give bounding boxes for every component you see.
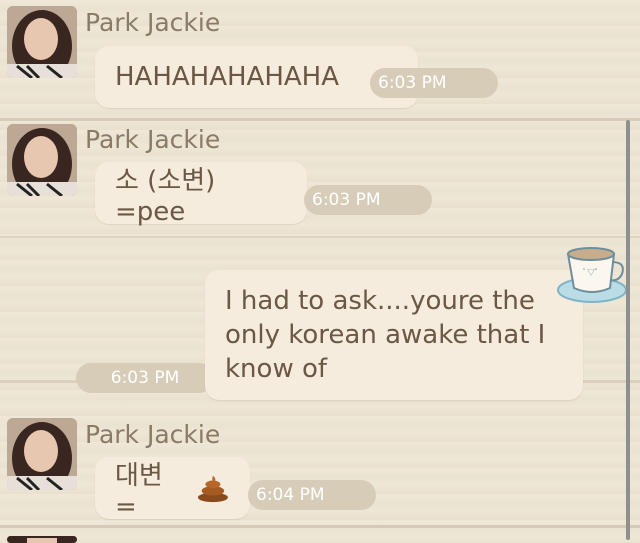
sender-name: Park Jackie bbox=[85, 125, 221, 154]
poop-emoji-icon bbox=[198, 475, 229, 503]
avatar[interactable] bbox=[7, 6, 77, 78]
message-text: 소 (소변) =pee bbox=[115, 165, 216, 227]
message-text-line: I had to ask....youre the bbox=[225, 286, 535, 316]
message-time: 6:04 PM bbox=[248, 480, 376, 510]
avatar[interactable] bbox=[7, 418, 77, 490]
message-bubble[interactable]: HAHAHAHAHAHA bbox=[95, 46, 418, 108]
message-bubble[interactable]: 대변 = bbox=[95, 457, 250, 522]
coffee-cup-icon: ﾟ▽ﾟ bbox=[557, 247, 627, 303]
message-bubble[interactable]: I had to ask....youre the only korean aw… bbox=[205, 270, 583, 400]
message-text-line: know of bbox=[225, 354, 328, 384]
profile-photo bbox=[7, 6, 77, 78]
profile-photo bbox=[7, 124, 77, 196]
avatar[interactable] bbox=[7, 124, 77, 196]
message-text: HAHAHAHAHAHA bbox=[115, 62, 340, 92]
sender-name: Park Jackie bbox=[85, 8, 221, 37]
message-time: 6:03 PM bbox=[370, 68, 498, 98]
svg-text:ﾟ▽ﾟ: ﾟ▽ﾟ bbox=[583, 268, 599, 277]
sender-name: Park Jackie bbox=[85, 420, 221, 449]
scrollbar[interactable] bbox=[626, 120, 630, 540]
avatar[interactable] bbox=[7, 536, 77, 543]
message-time: 6:03 PM bbox=[76, 363, 214, 393]
message-text: 대변 = bbox=[115, 460, 163, 522]
message-time: 6:03 PM bbox=[304, 185, 432, 215]
profile-photo bbox=[7, 536, 77, 543]
message-text-line: only korean awake that I bbox=[225, 320, 546, 350]
message-bubble[interactable]: 소 (소변) =pee bbox=[95, 162, 307, 227]
profile-photo bbox=[7, 418, 77, 490]
